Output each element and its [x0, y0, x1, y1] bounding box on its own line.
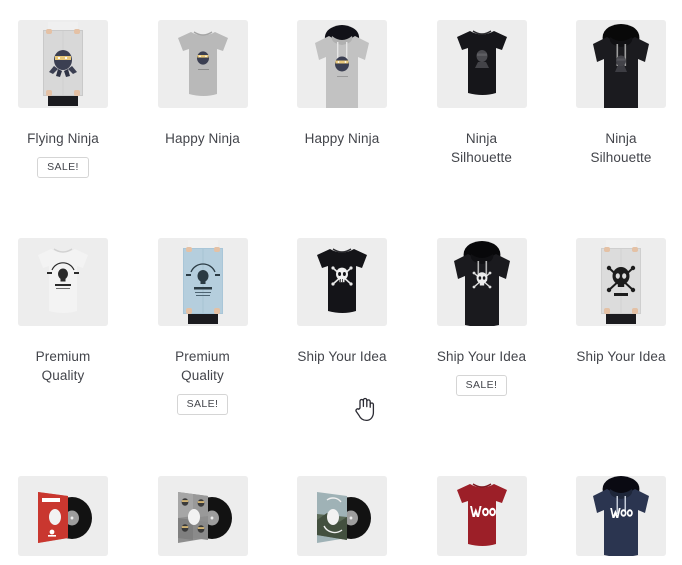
product-card[interactable]: Happy Ninja — [297, 20, 387, 238]
product-image-tshirt-happy-ninja-gray[interactable] — [157, 20, 248, 108]
badge-container — [158, 148, 248, 178]
product-image-hoodie-woo-navy[interactable] — [576, 476, 666, 556]
badge-container — [576, 167, 666, 197]
badge-container — [297, 366, 387, 396]
product-image-tshirt-ship-your-idea-black[interactable] — [297, 238, 387, 326]
product-card[interactable]: Ship Your Idea — [576, 238, 666, 465]
sale-badge[interactable]: SALE! — [37, 157, 89, 178]
product-image-tshirt-premium-quality-white[interactable] — [18, 238, 108, 326]
product-image-vinyl-record-gray-sleeve[interactable] — [157, 476, 248, 556]
product-row-2: Premium Quality Premium Quality SALE! Sh… — [18, 238, 666, 465]
badge-container: SALE! — [18, 148, 108, 178]
product-image-hoodie-ninja-silhouette-black[interactable] — [576, 20, 666, 108]
badge-container — [576, 366, 666, 396]
product-title: Ship Your Idea — [297, 349, 387, 364]
badge-container: SALE! — [158, 385, 248, 415]
product-image-poster-flying-ninja[interactable] — [18, 20, 108, 108]
product-card[interactable]: Premium Quality — [18, 238, 108, 465]
product-card[interactable] — [297, 476, 387, 565]
product-title: Ship Your Idea — [436, 349, 527, 364]
product-title: Premium Quality — [175, 349, 230, 383]
product-title: Happy Ninja — [304, 131, 380, 146]
badge-container — [18, 385, 108, 415]
product-card[interactable] — [436, 476, 527, 565]
product-title: Flying Ninja — [27, 131, 99, 146]
badge-container: SALE! — [437, 366, 527, 396]
product-image-hoodie-happy-ninja-gray[interactable] — [297, 20, 387, 108]
product-card[interactable]: Premium Quality SALE! — [157, 238, 248, 465]
product-image-poster-ship-your-idea-gray[interactable] — [576, 238, 666, 326]
product-card[interactable]: Ninja Silhouette — [436, 20, 527, 238]
product-image-vinyl-record-red-sleeve[interactable] — [18, 476, 108, 556]
product-card[interactable]: Flying Ninja SALE! — [18, 20, 108, 238]
product-image-tshirt-ninja-silhouette-black[interactable] — [436, 20, 527, 108]
product-card[interactable]: Ship Your Idea — [297, 238, 387, 465]
product-row-1: Flying Ninja SALE! Happy Ninja Happy Nin… — [18, 20, 666, 238]
sale-badge[interactable]: SALE! — [176, 394, 229, 415]
product-row-3 — [18, 476, 666, 565]
product-card[interactable]: Ship Your Idea SALE! — [436, 238, 527, 465]
badge-container — [437, 167, 527, 197]
product-image-poster-premium-quality-blue[interactable] — [157, 238, 248, 326]
product-title: Happy Ninja — [165, 131, 240, 146]
product-card[interactable]: Happy Ninja — [157, 20, 248, 238]
product-title: Premium Quality — [35, 349, 91, 383]
shop-product-grid: Flying Ninja SALE! Happy Ninja Happy Nin… — [0, 0, 682, 565]
product-title: Ninja Silhouette — [450, 131, 513, 165]
product-title: Ship Your Idea — [576, 349, 666, 364]
product-image-vinyl-record-landscape-sleeve[interactable] — [297, 476, 387, 556]
product-image-tshirt-woo-red[interactable] — [436, 476, 527, 556]
product-title: Ninja Silhouette — [590, 131, 652, 165]
product-card[interactable] — [157, 476, 248, 565]
sale-badge[interactable]: SALE! — [455, 375, 508, 396]
product-card[interactable] — [18, 476, 108, 565]
product-image-hoodie-ship-your-idea-black[interactable] — [436, 238, 527, 326]
product-card[interactable]: Ninja Silhouette — [576, 20, 666, 238]
product-card[interactable] — [576, 476, 666, 565]
badge-container — [297, 148, 387, 178]
